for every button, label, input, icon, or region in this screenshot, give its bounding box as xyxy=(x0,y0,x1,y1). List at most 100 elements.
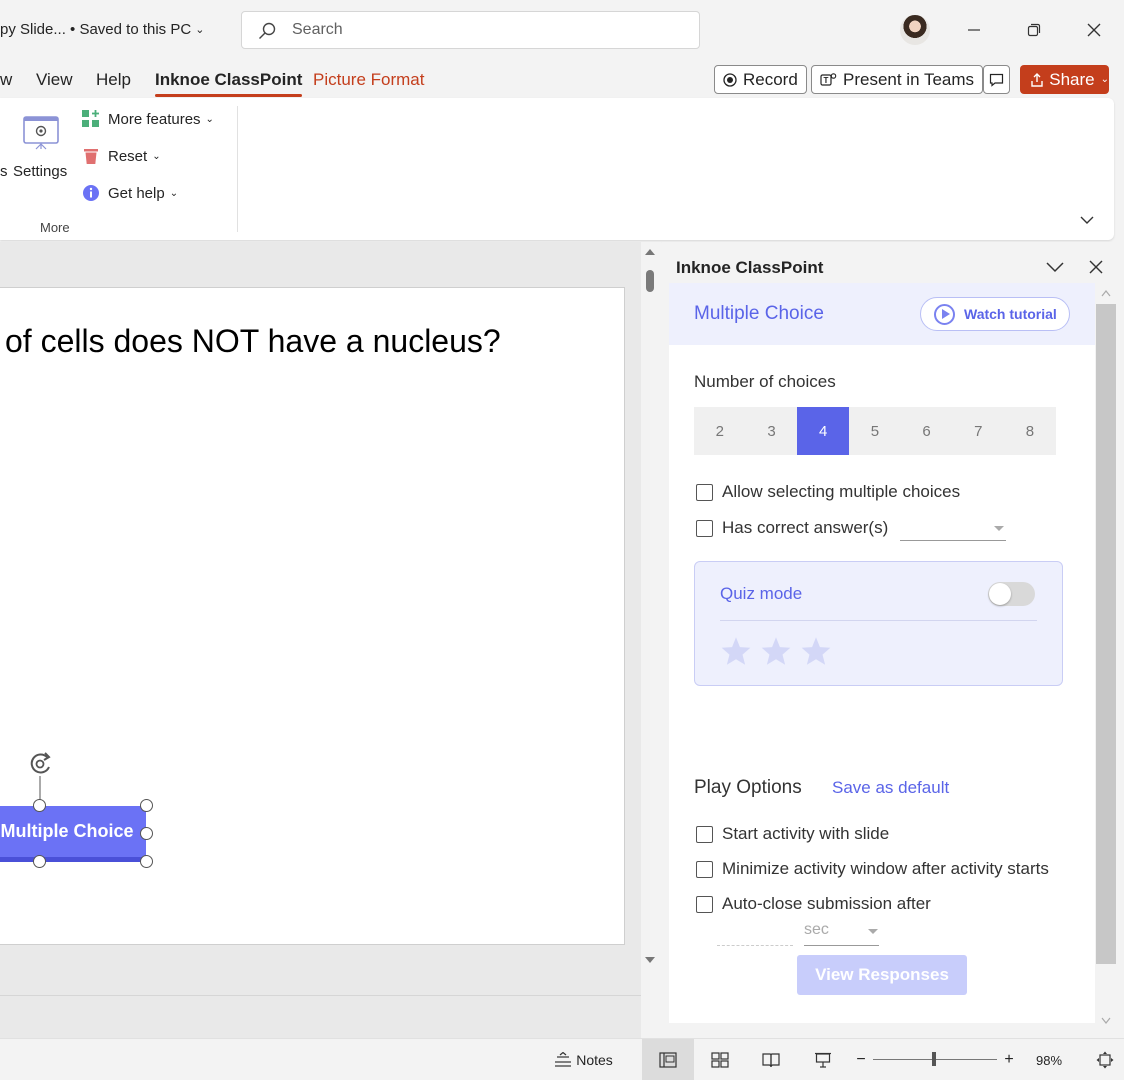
search-input[interactable] xyxy=(292,20,672,40)
scroll-up-icon[interactable] xyxy=(1101,289,1111,297)
minimize-button[interactable] xyxy=(958,14,990,46)
slide-editing-area: of cells does NOT have a nucleus? Multip… xyxy=(0,242,641,1038)
settings-button[interactable]: Settings xyxy=(13,112,69,182)
pane-title: Inknoe ClassPoint xyxy=(676,258,824,277)
close-window-button[interactable] xyxy=(1078,14,1110,46)
notes-button[interactable]: Notes xyxy=(550,1039,616,1080)
scroll-down-icon[interactable] xyxy=(645,956,655,964)
slide-show-button[interactable] xyxy=(803,1039,843,1080)
tab-view[interactable]: View xyxy=(36,70,73,90)
play-icon xyxy=(934,303,955,325)
choice-option[interactable]: 6 xyxy=(901,407,953,455)
auto-close-seconds-input[interactable] xyxy=(717,945,793,946)
comments-button[interactable] xyxy=(983,65,1010,94)
reset-button[interactable]: Reset ⌄ xyxy=(82,147,161,165)
pane-options-chevron-icon[interactable] xyxy=(1046,262,1064,273)
fit-window-icon xyxy=(1096,1051,1114,1069)
close-pane-icon[interactable] xyxy=(1089,260,1103,274)
resize-handle[interactable] xyxy=(140,855,153,868)
slide-sorter-button[interactable] xyxy=(700,1039,740,1080)
tab-help[interactable]: Help xyxy=(96,70,131,90)
choice-option[interactable]: 7 xyxy=(952,407,1004,455)
choice-option[interactable]: 5 xyxy=(849,407,901,455)
zoom-level[interactable]: 98% xyxy=(1030,1039,1068,1080)
more-features-button[interactable]: More features ⌄ xyxy=(82,110,214,128)
multiple-choice-slide-button[interactable]: Multiple Choice xyxy=(0,806,146,862)
choice-option[interactable]: 8 xyxy=(1004,407,1056,455)
restore-icon xyxy=(1027,23,1041,37)
auto-close-checkbox[interactable]: Auto-close submission after xyxy=(696,894,931,914)
search-box[interactable] xyxy=(241,11,700,49)
save-as-default-link[interactable]: Save as default xyxy=(832,778,949,798)
scroll-up-icon[interactable] xyxy=(645,248,655,256)
choice-count-selector: 2 3 4 5 6 7 8 xyxy=(694,407,1056,455)
correct-answer-dropdown[interactable] xyxy=(900,517,1006,541)
resize-handle[interactable] xyxy=(140,827,153,840)
play-options-heading: Play Options xyxy=(694,777,802,798)
star-icon[interactable] xyxy=(720,636,752,666)
star-rating xyxy=(720,636,832,666)
tab-picture-format[interactable]: Picture Format xyxy=(313,70,424,90)
record-button[interactable]: Record xyxy=(714,65,807,94)
svg-text:T: T xyxy=(824,76,829,85)
zoom-slider-thumb[interactable] xyxy=(932,1052,936,1066)
pane-scrollbar[interactable] xyxy=(1095,283,1117,1032)
zoom-in-button[interactable]: + xyxy=(1000,1039,1018,1080)
restore-button[interactable] xyxy=(1018,14,1050,46)
star-icon[interactable] xyxy=(760,636,792,666)
fit-to-window-button[interactable] xyxy=(1092,1039,1118,1080)
chevron-down-icon: ⌄ xyxy=(195,24,205,36)
quiz-mode-toggle[interactable] xyxy=(988,582,1035,606)
checkbox[interactable] xyxy=(696,519,713,537)
time-unit-dropdown[interactable]: sec xyxy=(804,921,879,946)
present-in-teams-button[interactable]: T Present in Teams xyxy=(811,65,984,94)
tab-inknoe-classpoint[interactable]: Inknoe ClassPoint xyxy=(155,70,303,97)
choice-option[interactable]: 2 xyxy=(694,407,746,455)
chevron-down-icon: ⌄ xyxy=(205,113,214,125)
chevron-down-icon: ⌄ xyxy=(1100,74,1109,85)
checkbox[interactable] xyxy=(696,825,713,843)
trash-icon xyxy=(84,149,98,164)
checkbox[interactable] xyxy=(696,895,713,913)
scroll-down-icon[interactable] xyxy=(1101,1017,1111,1025)
tab-partial[interactable]: w xyxy=(0,70,12,90)
has-correct-answer-checkbox[interactable]: Has correct answer(s) xyxy=(696,518,888,538)
checkbox[interactable] xyxy=(696,483,713,501)
chevron-down-icon: ⌄ xyxy=(169,187,179,199)
collapse-ribbon-button[interactable] xyxy=(1080,212,1094,229)
book-icon xyxy=(762,1053,780,1068)
share-button[interactable]: Share ⌄ xyxy=(1020,65,1109,94)
resize-handle[interactable] xyxy=(33,799,46,812)
minimize-window-checkbox[interactable]: Minimize activity window after activity … xyxy=(696,859,1049,879)
reading-view-button[interactable] xyxy=(751,1039,791,1080)
start-with-slide-checkbox[interactable]: Start activity with slide xyxy=(696,824,889,844)
resize-handle[interactable] xyxy=(33,855,46,868)
divider xyxy=(720,620,1037,621)
view-responses-button[interactable]: View Responses xyxy=(797,955,967,995)
divider xyxy=(0,995,641,996)
checkbox[interactable] xyxy=(696,860,713,878)
avatar[interactable] xyxy=(900,15,930,45)
zoom-out-button[interactable]: − xyxy=(852,1039,870,1080)
document-title[interactable]: py Slide... • Saved to this PC ⌄ xyxy=(0,21,204,38)
rotate-handle-icon[interactable] xyxy=(25,748,59,806)
star-icon[interactable] xyxy=(800,636,832,666)
scrollbar-thumb[interactable] xyxy=(1096,304,1116,964)
quiz-mode-label: Quiz mode xyxy=(720,584,803,603)
activity-header: Multiple Choice Watch tutorial xyxy=(669,283,1095,345)
normal-view-button[interactable] xyxy=(642,1039,694,1080)
scrollbar-thumb[interactable] xyxy=(646,270,654,292)
watch-tutorial-button[interactable]: Watch tutorial xyxy=(920,297,1070,331)
choice-option[interactable]: 3 xyxy=(746,407,798,455)
slide-title[interactable]: of cells does NOT have a nucleus? xyxy=(5,323,501,360)
allow-multiple-checkbox[interactable]: Allow selecting multiple choices xyxy=(696,482,960,502)
choice-option-selected[interactable]: 4 xyxy=(797,407,850,455)
activity-title: Multiple Choice xyxy=(694,303,824,324)
slide-canvas[interactable]: of cells does NOT have a nucleus? Multip… xyxy=(0,287,625,945)
status-bar: Notes − + 98% xyxy=(0,1038,1124,1080)
ribbon: s Settings More features ⌄ Reset ⌄ Get hel… xyxy=(0,98,1114,240)
resize-handle[interactable] xyxy=(140,799,153,812)
slide-scrollbar[interactable] xyxy=(641,242,661,1038)
get-help-button[interactable]: Get help ⌄ xyxy=(82,184,178,202)
search-icon xyxy=(259,22,276,39)
